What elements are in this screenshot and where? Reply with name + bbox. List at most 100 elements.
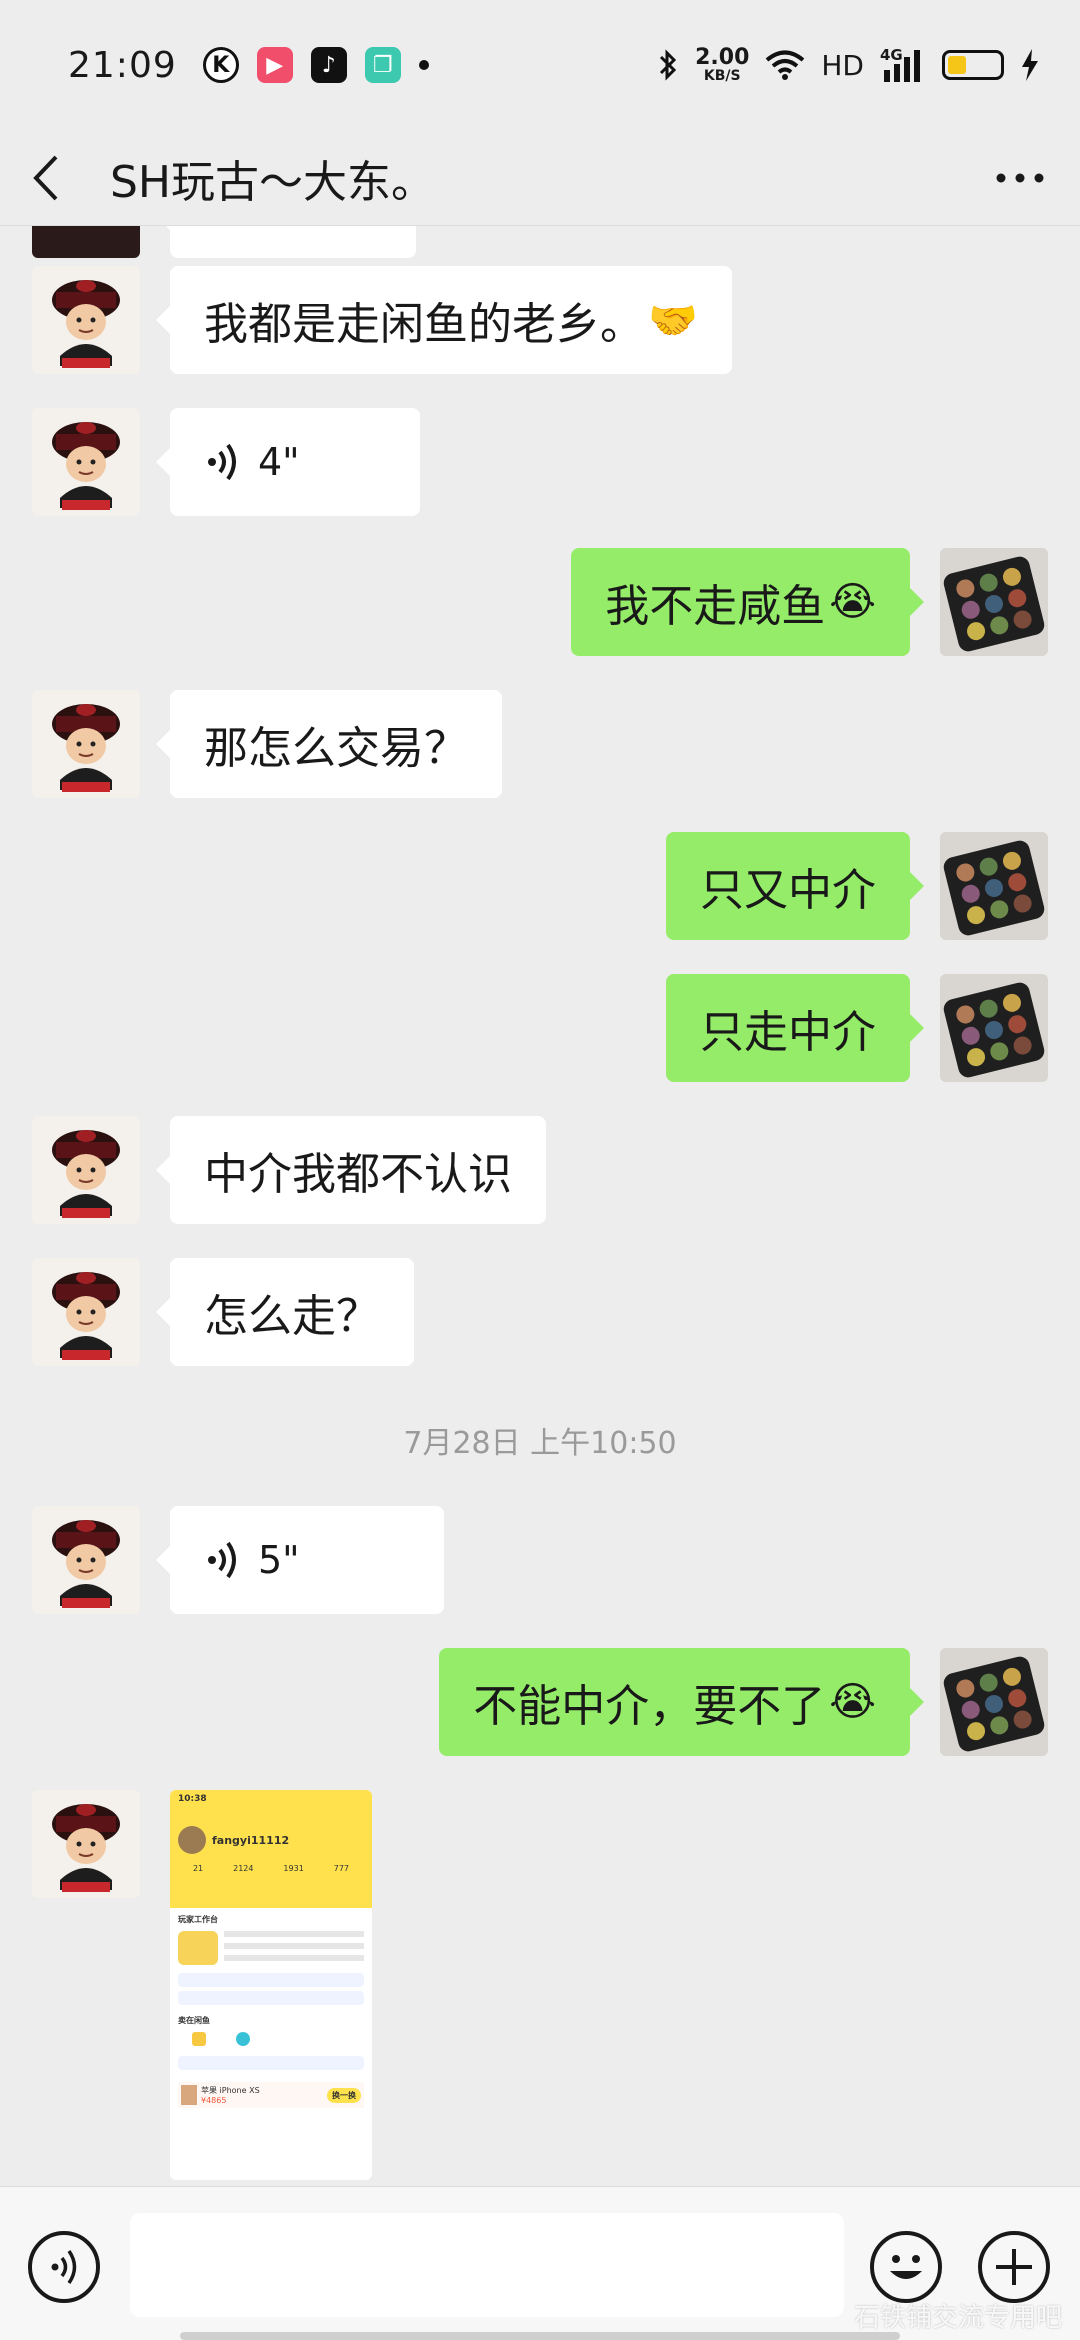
message-row: 我都是走闲鱼的老乡。 🤝 <box>0 266 1080 374</box>
k-app-icon: K <box>202 47 239 83</box>
voice-wave-icon <box>208 1541 236 1579</box>
network-speed-unit: KB/S <box>703 68 741 84</box>
more-notifications-dot <box>418 60 429 70</box>
message-bubble[interactable]: 中介我都不认识 <box>156 1116 546 1224</box>
plus-icon <box>996 2249 1032 2285</box>
contact-avatar[interactable] <box>32 690 140 798</box>
message-text: 我不走咸鱼 <box>605 581 826 632</box>
status-app-icons: K ▶ ♪ ❐ <box>202 47 429 83</box>
watermark: 石铁铺交流专用吧 <box>853 2303 1062 2333</box>
message-bubble[interactable]: 我不走咸鱼 😭 <box>571 548 924 656</box>
message-row: 怎么走？ <box>0 1258 1080 1366</box>
more-dots-icon <box>996 173 1044 182</box>
screenshot-item-name: 苹果 iPhone XS <box>201 2086 260 2095</box>
emoji-button[interactable] <box>870 2231 942 2303</box>
message-text: 只又中介 <box>700 865 876 916</box>
message-text: 那怎么交易？ <box>204 723 468 774</box>
screenshot-username: fangyi11112 <box>212 1833 290 1847</box>
screenshot-user-avatar <box>178 1826 206 1854</box>
status-indicators: 2.00 KB/S HD 4G <box>657 45 1040 84</box>
message-bubble[interactable]: 那怎么交易？ <box>156 690 502 798</box>
contact-avatar[interactable] <box>32 1790 140 1898</box>
message-row: 我不走咸鱼 😭 <box>0 548 1080 656</box>
chat-messages[interactable]: 我都是走闲鱼的老乡。 🤝 4" 我不走咸鱼 😭 那怎么交易？ 只又中介 只走中介… <box>0 226 1080 2186</box>
screenshot-body: 玩家工作台 卖在闲鱼 苹果 iPhone XS ¥4865 换一换 <box>170 1908 372 2114</box>
gallery-app-icon: ❐ <box>364 47 401 83</box>
contact-avatar[interactable] <box>32 1116 140 1224</box>
message-text: 中介我都不认识 <box>204 1149 512 1200</box>
charging-icon <box>1022 49 1038 81</box>
video-app-icon: ▶ <box>256 47 293 83</box>
self-avatar[interactable] <box>940 548 1048 656</box>
message-text: 只走中介 <box>700 1007 876 1058</box>
message-text: 我都是走闲鱼的老乡。 <box>204 299 644 350</box>
contact-avatar[interactable] <box>32 1258 140 1366</box>
self-avatar[interactable] <box>940 832 1048 940</box>
status-bar: 21:09 K ▶ ♪ ❐ 2.00 KB/S HD 4G <box>0 0 1080 130</box>
chevron-left-icon <box>33 155 58 200</box>
screenshot-stat: 777 <box>333 1864 350 1873</box>
message-text: 怎么走？ <box>204 1291 380 1342</box>
message-row: 5" <box>0 1506 1080 1614</box>
message-input[interactable] <box>130 2213 844 2317</box>
self-avatar[interactable] <box>940 1648 1048 1756</box>
contact-avatar[interactable] <box>32 266 140 374</box>
more-actions-button[interactable] <box>978 2231 1050 2303</box>
bluetooth-icon <box>660 49 677 81</box>
message-row: 只又中介 <box>0 832 1080 940</box>
back-button[interactable] <box>30 148 80 208</box>
status-time: 21:09 <box>68 44 177 86</box>
smiley-icon <box>890 2255 922 2279</box>
message-row: 10:38 fangyi11112 21 2124 1931 777 玩家工作台 <box>0 1790 1080 2186</box>
home-indicator[interactable] <box>180 2332 900 2340</box>
image-message[interactable]: 10:38 fangyi11112 21 2124 1931 777 玩家工作台 <box>170 1790 372 2180</box>
hd-label: HD <box>821 48 864 82</box>
network-speed-value: 2.00 <box>695 45 750 70</box>
cellular-signal-icon: 4G <box>880 46 926 82</box>
contact-avatar[interactable] <box>32 1506 140 1614</box>
screenshot-section-title: 卖在闲鱼 <box>178 2016 210 2025</box>
screenshot-item-button: 换一换 <box>327 2087 361 2103</box>
message-bubble[interactable]: 只走中介 <box>666 974 924 1082</box>
message-bubble[interactable] <box>156 226 416 258</box>
wifi-icon <box>766 50 805 80</box>
tiktok-icon: ♪ <box>310 47 347 83</box>
message-row: 那怎么交易？ <box>0 690 1080 798</box>
voice-message-bubble[interactable]: 4" <box>156 408 420 516</box>
crying-laughing-emoji-icon: 😭 <box>829 1679 876 1725</box>
self-avatar[interactable] <box>940 974 1048 1082</box>
voice-duration: 5" <box>258 1538 300 1582</box>
screenshot-section-title: 玩家工作台 <box>178 1915 218 1924</box>
message-text: 不能中介，要不了 <box>473 1681 826 1732</box>
chat-header: SH玩古～大东。 <box>0 130 1080 226</box>
voice-wave-icon <box>51 2250 77 2284</box>
chat-title: SH玩古～大东。 <box>110 156 436 208</box>
more-options-button[interactable] <box>990 148 1050 208</box>
voice-input-toggle-button[interactable] <box>28 2231 100 2303</box>
message-bubble[interactable]: 我都是走闲鱼的老乡。 🤝 <box>156 266 732 374</box>
screenshot-item-price: ¥4865 <box>201 2096 227 2105</box>
message-bubble[interactable]: 不能中介，要不了 😭 <box>439 1648 924 1756</box>
message-bubble[interactable]: 怎么走？ <box>156 1258 414 1366</box>
chat-timestamp: 7月28日 上午10:50 <box>403 1426 677 1461</box>
crying-laughing-emoji-icon: 😭 <box>829 579 876 625</box>
message-bubble[interactable]: 只又中介 <box>666 832 924 940</box>
network-speed: 2.00 KB/S <box>695 45 750 84</box>
handshake-emoji-icon: 🤝 <box>648 297 698 344</box>
voice-message-bubble[interactable]: 5" <box>156 1506 444 1614</box>
message-row: 不能中介，要不了 😭 <box>0 1648 1080 1756</box>
contact-avatar[interactable] <box>32 408 140 516</box>
message-row: 中介我都不认识 <box>0 1116 1080 1224</box>
screenshot-time: 10:38 <box>178 1794 207 1804</box>
voice-duration: 4" <box>258 440 300 484</box>
message-row: 只走中介 <box>0 974 1080 1082</box>
contact-avatar[interactable] <box>32 226 140 258</box>
battery-icon <box>942 50 1004 80</box>
screenshot-stat: 1931 <box>283 1864 304 1873</box>
message-row <box>0 226 1080 258</box>
input-bar: 石铁铺交流专用吧 <box>0 2186 1080 2340</box>
screenshot-stat: 2124 <box>233 1864 254 1873</box>
screenshot-header: 10:38 fangyi11112 21 2124 1931 777 <box>170 1790 372 1908</box>
voice-wave-icon <box>208 443 236 481</box>
battery-level <box>948 56 966 74</box>
